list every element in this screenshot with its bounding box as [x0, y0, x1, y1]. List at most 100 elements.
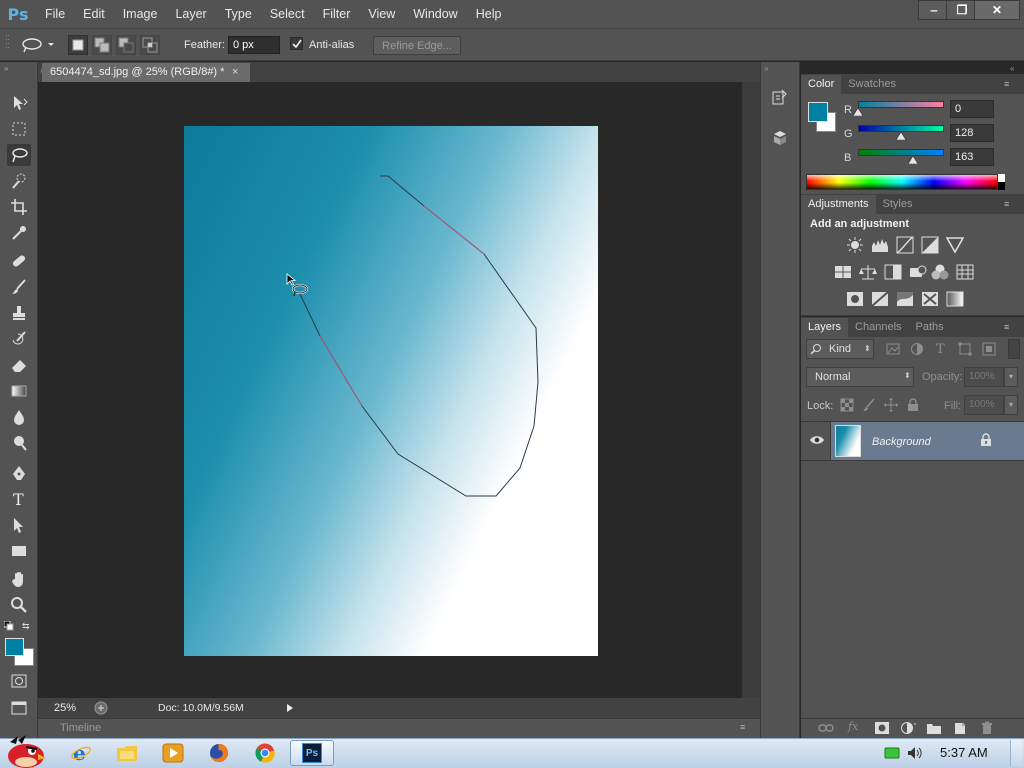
exposure-icon[interactable] [921, 236, 939, 254]
pen-tool-icon[interactable] [7, 462, 31, 484]
menu-select[interactable]: Select [261, 0, 314, 28]
lock-all-icon[interactable] [906, 398, 920, 412]
curves-icon[interactable] [896, 236, 914, 254]
history-panel-icon[interactable] [770, 88, 790, 108]
document-tab-close-icon[interactable]: × [232, 63, 246, 82]
marquee-tool-icon[interactable] [7, 118, 31, 140]
gradient-tool-icon[interactable] [7, 380, 31, 402]
close-button[interactable]: ✕ [974, 0, 1020, 20]
lasso-preset-icon[interactable] [20, 36, 54, 54]
tab-channels[interactable]: Channels [848, 318, 908, 337]
tab-swatches[interactable]: Swatches [841, 75, 903, 94]
vibrance-icon[interactable] [946, 236, 964, 254]
media-player-icon[interactable] [162, 742, 184, 764]
new-layer-icon[interactable] [952, 721, 968, 735]
tab-adjustments[interactable]: Adjustments [801, 195, 876, 214]
internet-explorer-icon[interactable]: e [70, 742, 92, 764]
status-menu-arrow-icon[interactable] [286, 703, 294, 713]
layer-name[interactable]: Background [872, 436, 931, 448]
lock-image-pixels-icon[interactable] [862, 398, 876, 412]
spectrum-black-swatch[interactable] [998, 182, 1005, 190]
properties-panel-icon[interactable] [770, 128, 790, 148]
posterize-icon[interactable] [871, 290, 889, 308]
hue-saturation-icon[interactable] [834, 263, 852, 281]
menu-layer[interactable]: Layer [166, 0, 215, 28]
toolbar-foreground-swatch[interactable] [5, 638, 24, 656]
tab-layers[interactable]: Layers [801, 318, 849, 337]
chrome-icon[interactable] [254, 742, 276, 764]
eyedropper-tool-icon[interactable] [7, 222, 31, 244]
add-mask-icon[interactable] [874, 721, 890, 735]
refine-edge-button[interactable]: Refine Edge... [373, 36, 461, 55]
add-to-selection-icon[interactable] [92, 35, 112, 55]
panels-collapse-icon[interactable]: « [1010, 64, 1014, 73]
intersect-selection-icon[interactable] [140, 35, 160, 55]
channel-g-slider[interactable] [858, 125, 944, 132]
hand-tool-icon[interactable] [7, 568, 31, 590]
swap-colors-icon[interactable]: ⇆ [22, 621, 30, 632]
layer-thumbnail[interactable] [835, 425, 861, 457]
tab-paths[interactable]: Paths [909, 318, 951, 337]
zoom-level[interactable]: 25% [54, 702, 76, 714]
fill-dropdown-arrow-icon[interactable]: ▾ [1004, 395, 1018, 415]
brightness-contrast-icon[interactable] [846, 236, 864, 254]
tab-styles[interactable]: Styles [876, 195, 920, 214]
healing-brush-tool-icon[interactable] [7, 250, 31, 272]
color-spectrum-ramp[interactable] [806, 174, 998, 190]
angry-bird-start-icon[interactable] [4, 734, 48, 768]
layer-style-fx-icon[interactable]: fx [848, 720, 858, 733]
volume-icon[interactable] [906, 745, 924, 761]
brush-tool-icon[interactable] [7, 276, 31, 298]
firefox-icon[interactable] [208, 742, 230, 764]
menu-help[interactable]: Help [467, 0, 511, 28]
filter-toggle-switch[interactable] [1008, 339, 1020, 359]
clone-stamp-tool-icon[interactable] [7, 302, 31, 324]
color-lookup-icon[interactable] [956, 263, 974, 281]
crop-tool-icon[interactable] [7, 196, 31, 218]
tools-collapse-icon[interactable]: » [4, 64, 8, 73]
link-layers-icon[interactable] [818, 721, 834, 735]
show-desktop-button[interactable] [1010, 740, 1022, 766]
levels-icon[interactable] [871, 236, 889, 254]
menu-image[interactable]: Image [114, 0, 167, 28]
foreground-color-swatch[interactable] [808, 102, 828, 122]
lasso-tool-icon[interactable] [7, 144, 31, 166]
filter-shape-icon[interactable] [958, 342, 972, 356]
layers-panel-menu-icon[interactable]: ≡ [1004, 322, 1009, 332]
color-balance-icon[interactable] [859, 263, 877, 281]
color-panel-menu-icon[interactable]: ≡ [1004, 79, 1009, 89]
channel-b-value[interactable]: 163 [950, 148, 994, 166]
vertical-scrollbar[interactable] [742, 82, 760, 698]
menu-edit[interactable]: Edit [74, 0, 114, 28]
threshold-icon[interactable] [896, 290, 914, 308]
blend-mode-dropdown[interactable]: Normal [806, 367, 914, 387]
file-explorer-icon[interactable] [116, 742, 138, 764]
eraser-tool-icon[interactable] [7, 354, 31, 376]
filter-pixel-icon[interactable] [886, 342, 900, 356]
new-selection-icon[interactable] [68, 35, 88, 55]
black-white-icon[interactable] [884, 263, 902, 281]
spectrum-white-swatch[interactable] [998, 174, 1005, 182]
channel-g-value[interactable]: 128 [950, 124, 994, 142]
timeline-menu-icon[interactable]: ≡ [740, 722, 745, 732]
lock-transparent-pixels-icon[interactable] [840, 398, 854, 412]
subtract-from-selection-icon[interactable] [116, 35, 136, 55]
document-tab[interactable]: 6504474_sd.jpg @ 25% (RGB/8#) * [42, 63, 250, 82]
selective-color-icon[interactable] [921, 290, 939, 308]
menu-type[interactable]: Type [216, 0, 261, 28]
filter-adjustment-icon[interactable] [910, 342, 924, 356]
quick-mask-icon[interactable] [7, 670, 31, 692]
new-adjustment-layer-icon[interactable] [900, 721, 916, 735]
rectangle-tool-icon[interactable] [7, 540, 31, 562]
network-icon[interactable] [884, 746, 900, 760]
opacity-dropdown-arrow-icon[interactable]: ▾ [1004, 367, 1018, 387]
type-tool-icon[interactable]: T [7, 488, 31, 510]
menu-view[interactable]: View [359, 0, 404, 28]
blur-tool-icon[interactable] [7, 406, 31, 428]
filter-type-icon[interactable]: T [934, 341, 948, 355]
lock-position-icon[interactable] [884, 398, 898, 412]
status-share-icon[interactable] [94, 701, 108, 715]
channel-r-value[interactable]: 0 [950, 100, 994, 118]
channel-r-slider[interactable] [858, 101, 944, 108]
dodge-tool-icon[interactable] [7, 432, 31, 454]
